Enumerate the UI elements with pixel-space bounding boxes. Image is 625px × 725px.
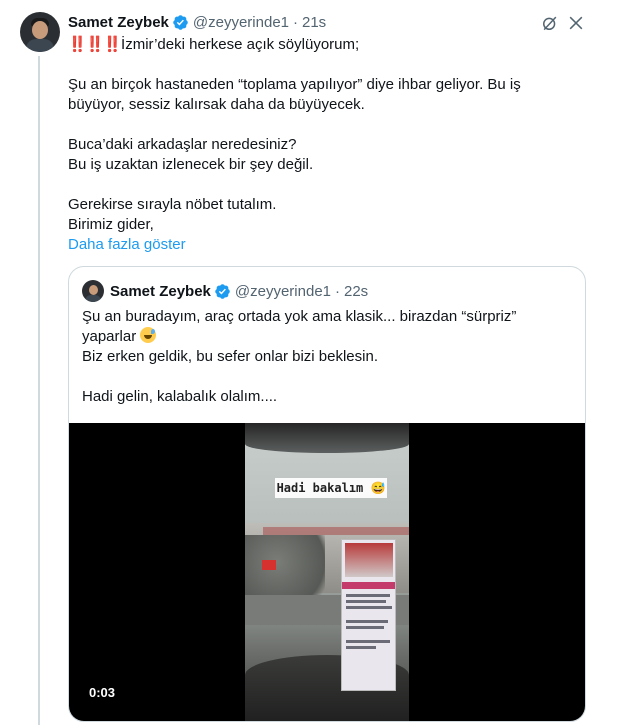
tweet-header: Samet Zeybek @zeyyerinde1 · 21s xyxy=(68,11,326,33)
quoted-line-2: yaparlar xyxy=(82,327,574,347)
tweet-line-1: ‼️‼️‼️İzmir’deki herkese açık söylüyorum… xyxy=(68,36,360,53)
tweet-line-4: Buca’daki arkadaşlar neredesiniz? xyxy=(68,136,297,153)
thread-divider xyxy=(38,56,40,725)
author-handle[interactable]: @zeyyerinde1 xyxy=(193,14,289,31)
tweet-line-5: Bu iş uzaktan izlenecek bir şey değil. xyxy=(68,156,314,173)
car-roof xyxy=(245,423,409,453)
quoted-line-3: Biz erken geldik, bu sefer onlar bizi be… xyxy=(82,348,378,365)
quoted-line-1: Şu an buradayım, araç ortada yok ama kla… xyxy=(82,308,517,325)
quoted-author-name[interactable]: Samet Zeybek xyxy=(110,283,211,300)
quoted-line-4: Hadi gelin, kalabalık olalım.... xyxy=(82,388,278,405)
show-more-link[interactable]: Daha fazla göster xyxy=(68,235,598,255)
double-exclamation-icon: ‼️‼️‼️ xyxy=(68,36,122,53)
video-overlay-text: Hadi bakalım 😅 xyxy=(275,478,387,498)
quoted-tweet[interactable]: Samet Zeybek @zeyyerinde1 · 22s Şu an bu… xyxy=(68,266,586,722)
tweet-line-3: büyüyor, sessiz kalırsak daha da büyüyec… xyxy=(68,96,365,113)
timestamp[interactable]: 21s xyxy=(302,14,326,31)
more-icon[interactable] xyxy=(566,13,586,33)
tweet-text: ‼️‼️‼️İzmir’deki herkese açık söylüyorum… xyxy=(68,35,598,255)
grok-icon[interactable] xyxy=(540,13,560,33)
video-frame[interactable]: Hadi bakalım 😅 xyxy=(245,423,409,721)
flag xyxy=(262,560,276,570)
separator-dot: · xyxy=(293,13,298,31)
verified-badge-icon xyxy=(173,14,188,30)
quoted-header: Samet Zeybek @zeyyerinde1 · 22s xyxy=(110,281,368,301)
quoted-text: Şu an buradayım, araç ortada yok ama kla… xyxy=(82,307,574,407)
verified-badge-icon xyxy=(215,283,230,299)
quoted-author-handle[interactable]: @zeyyerinde1 xyxy=(235,283,331,300)
avatar[interactable] xyxy=(20,12,60,52)
video-duration: 0:03 xyxy=(89,685,116,700)
grinning-sweat-emoji-icon xyxy=(140,327,157,343)
tweet-line-6: Gerekirse sırayla nöbet tutalım. xyxy=(68,196,277,213)
quoted-timestamp[interactable]: 22s xyxy=(344,283,368,300)
separator-dot: · xyxy=(335,282,340,300)
tweet-line-7: Birimiz gider, xyxy=(68,216,154,233)
building-sign xyxy=(263,527,409,535)
author-name[interactable]: Samet Zeybek xyxy=(68,14,169,31)
tweet-card[interactable]: Samet Zeybek @zeyyerinde1 · 21s ‼️‼️‼️İz… xyxy=(0,0,625,725)
tweet-line-2: Şu an birçok hastaneden “toplama yapılıy… xyxy=(68,76,521,93)
embedded-post-screenshot xyxy=(341,539,396,691)
video-player[interactable]: Hadi bakalım 😅 0:03 xyxy=(69,423,585,721)
quoted-avatar[interactable] xyxy=(82,280,104,302)
